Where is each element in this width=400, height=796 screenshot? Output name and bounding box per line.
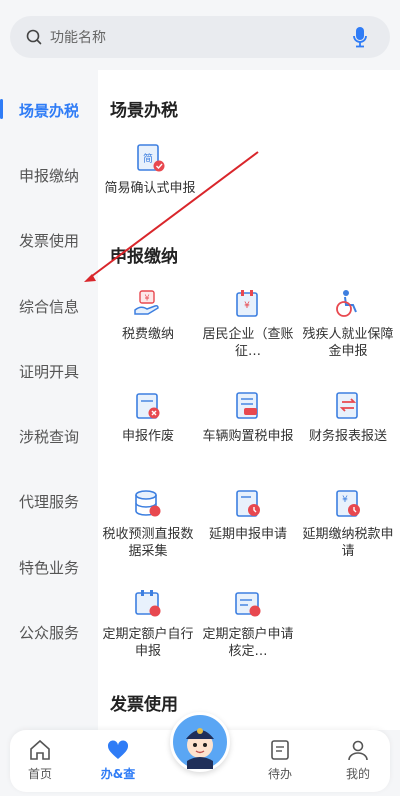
search-input[interactable]: 功能名称 bbox=[10, 16, 390, 58]
tile-label: 车辆购置税申报 bbox=[202, 429, 294, 444]
sidebar-item-tax-query[interactable]: 涉税查询 bbox=[0, 416, 98, 456]
sidebar-item-invoice[interactable]: 发票使用 bbox=[0, 220, 98, 260]
tile-label: 延期缴纳税款申请 bbox=[302, 527, 394, 559]
search-icon bbox=[26, 29, 42, 45]
tile-label: 定期定额户申请核定… bbox=[202, 627, 294, 659]
tile-label: 延期申报申请 bbox=[208, 527, 287, 542]
tile-tax-payment[interactable]: ¥ 税费缴纳 bbox=[98, 288, 198, 343]
resident-enterprise-icon: ¥ bbox=[236, 290, 258, 317]
function-list: 场景办税 简 简易确认式申报 申报缴纳 ¥ 税费缴纳 ¥ 居民企业（查账征… 残… bbox=[98, 70, 400, 730]
tile-label: 税费缴纳 bbox=[121, 327, 174, 342]
tax-forecast-icon bbox=[135, 490, 161, 517]
tile-label: 居民企业（查账征… bbox=[202, 327, 294, 359]
vehicle-tax-icon bbox=[236, 392, 258, 419]
sidebar-item-declare-pay[interactable]: 申报缴纳 bbox=[0, 155, 98, 195]
home-icon bbox=[30, 739, 50, 760]
tile-label: 定期定额户自行申报 bbox=[102, 627, 194, 659]
declare-void-icon bbox=[136, 393, 160, 419]
sidebar-item-general-info[interactable]: 综合信息 bbox=[0, 286, 98, 326]
tab-label: 待办 bbox=[267, 767, 292, 781]
tile-label: 残疾人就业保障金申报 bbox=[302, 327, 394, 359]
sidebar-item-public[interactable]: 公众服务 bbox=[0, 612, 98, 652]
tab-todo[interactable]: 待办 bbox=[250, 738, 310, 782]
svg-text:¥: ¥ bbox=[342, 495, 348, 505]
svg-text:¥: ¥ bbox=[144, 294, 149, 303]
tab-home[interactable]: 首页 bbox=[10, 738, 70, 782]
sidebar-item-agent-service[interactable]: 代理服务 bbox=[0, 481, 98, 521]
delay-declare-icon bbox=[236, 490, 260, 517]
simple-declare-icon: 简 bbox=[137, 144, 165, 172]
mic-icon[interactable] bbox=[352, 26, 368, 48]
assistant-button[interactable] bbox=[170, 712, 230, 772]
tile-label: 申报作废 bbox=[121, 429, 174, 444]
tax-payment-icon: ¥ bbox=[134, 290, 159, 315]
section-title-declare: 申报缴纳 bbox=[110, 247, 178, 267]
tile-delay-payment[interactable]: ¥ 延期缴纳税款申请 bbox=[298, 488, 398, 560]
sidebar-item-certificate[interactable]: 证明开具 bbox=[0, 351, 98, 391]
svg-text:简: 简 bbox=[143, 152, 153, 165]
tab-label: 我的 bbox=[345, 767, 370, 781]
fixed-quota-self-icon bbox=[135, 590, 161, 617]
assistant-avatar-icon bbox=[186, 728, 214, 769]
tile-label: 税收预测直报数据采集 bbox=[102, 527, 194, 559]
tab-handle-query[interactable]: 办&查 bbox=[88, 738, 148, 782]
tile-financial-report[interactable]: 财务报表报送 bbox=[298, 390, 398, 445]
heart-icon bbox=[107, 740, 129, 759]
sidebar-item-special[interactable]: 特色业务 bbox=[0, 547, 98, 587]
fixed-quota-apply-icon bbox=[235, 592, 261, 617]
tile-simple-declare[interactable]: 简 简易确认式申报 bbox=[100, 142, 200, 197]
section-title-scenario: 场景办税 bbox=[110, 101, 178, 121]
tile-label: 简易确认式申报 bbox=[104, 181, 196, 196]
tab-label: 办&查 bbox=[100, 767, 136, 781]
user-icon bbox=[348, 740, 368, 761]
svg-text:¥: ¥ bbox=[244, 301, 250, 311]
todo-icon bbox=[271, 740, 289, 760]
category-sidebar: 场景办税 申报缴纳 发票使用 综合信息 证明开具 涉税查询 代理服务 特色业务 … bbox=[0, 70, 98, 730]
top-bar: 功能名称 bbox=[0, 0, 400, 70]
tab-label: 首页 bbox=[27, 767, 52, 781]
tile-label: 财务报表报送 bbox=[308, 429, 387, 444]
tile-disability[interactable]: 残疾人就业保障金申报 bbox=[298, 288, 398, 360]
tile-declare-void[interactable]: 申报作废 bbox=[98, 390, 198, 445]
delay-payment-icon: ¥ bbox=[336, 490, 360, 517]
section-title-invoice: 发票使用 bbox=[110, 695, 178, 715]
tile-tax-forecast[interactable]: 税收预测直报数据采集 bbox=[98, 488, 198, 560]
disability-icon bbox=[336, 290, 357, 317]
tile-delay-declare[interactable]: 延期申报申请 bbox=[198, 488, 298, 543]
financial-report-icon bbox=[336, 392, 358, 419]
tile-vehicle-tax[interactable]: 车辆购置税申报 bbox=[198, 390, 298, 445]
tab-mine[interactable]: 我的 bbox=[328, 738, 388, 782]
search-placeholder: 功能名称 bbox=[50, 30, 106, 46]
tile-fixed-quota-apply[interactable]: 定期定额户申请核定… bbox=[198, 588, 298, 660]
tile-fixed-quota-self[interactable]: 定期定额户自行申报 bbox=[98, 588, 198, 660]
tile-resident-enterprise[interactable]: ¥ 居民企业（查账征… bbox=[198, 288, 298, 360]
sidebar-item-scenario-tax[interactable]: 场景办税 bbox=[0, 90, 98, 130]
